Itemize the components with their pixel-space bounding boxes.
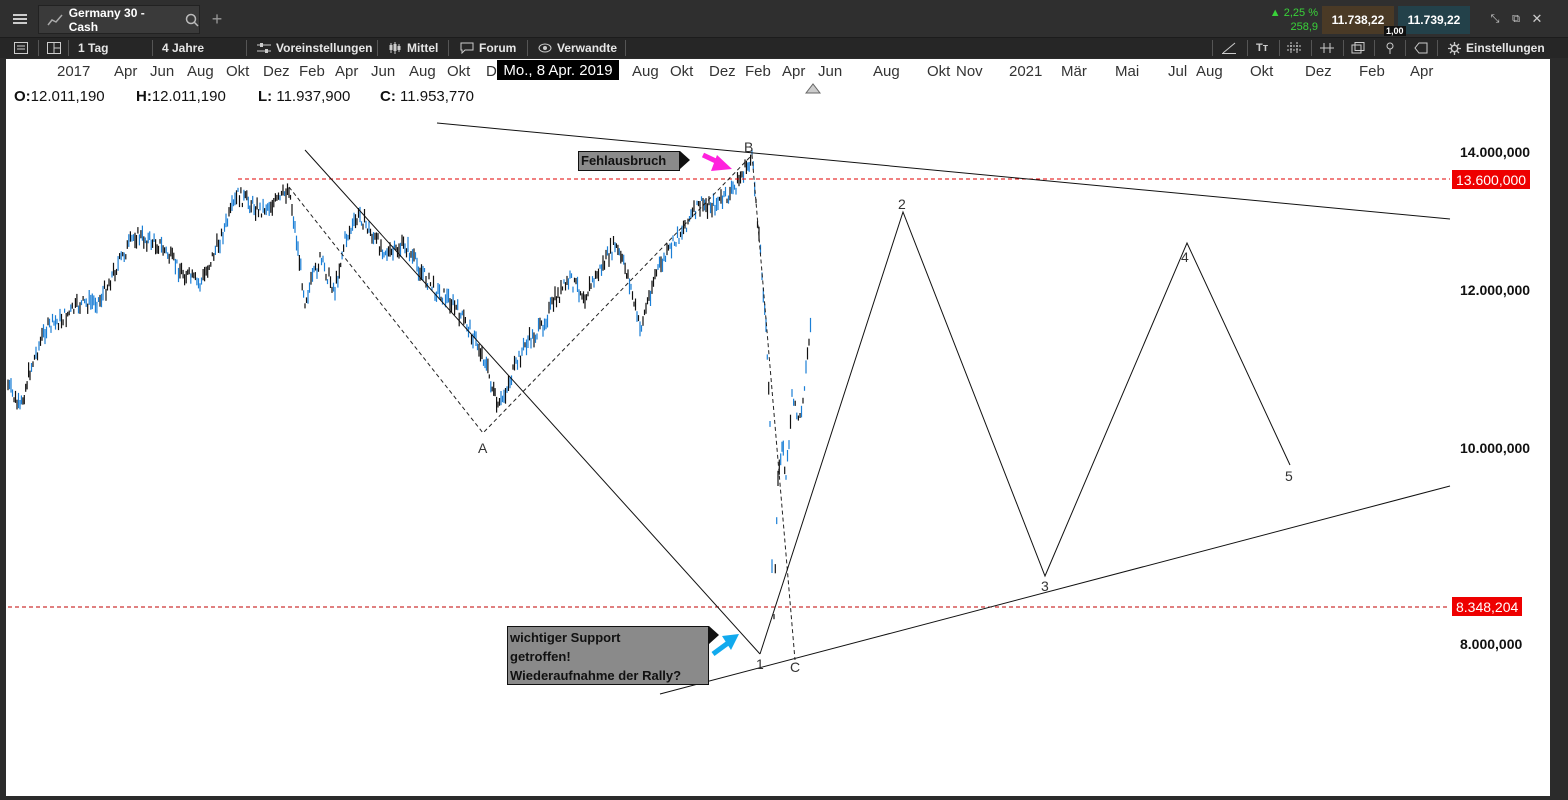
axis-marker-icon[interactable] (804, 83, 822, 94)
support-note-line2: getroffen! (510, 649, 571, 664)
price-series (7, 149, 812, 620)
y-label-12000: 12.000,000 (1460, 282, 1531, 298)
wave-label-2: 2 (898, 196, 906, 212)
resistance-price-tag[interactable]: 13.600,000 (1452, 170, 1531, 189)
support-note-line1: wichtiger Support (510, 630, 621, 645)
wave-label-5: 5 (1285, 468, 1293, 484)
y-label-10000: 10.000,000 (1460, 440, 1531, 456)
y-label-8000: 8.000,000 (1460, 636, 1523, 652)
wave-label-1: 1 (756, 656, 764, 672)
y-label-14000: 14.000,000 (1460, 144, 1531, 160)
chart-drawing (7, 83, 1451, 695)
wave-label-c: C (790, 659, 801, 675)
magenta-arrow-icon (701, 152, 732, 171)
downtrend-line[interactable] (304, 149, 761, 655)
lower-trendline[interactable] (659, 485, 1451, 695)
support-note-line3: Wiederaufnahme der Rally? (510, 668, 682, 683)
note-pointer-icon (680, 151, 690, 169)
wave-label-b: B (744, 139, 754, 155)
abc-correction[interactable] (288, 153, 796, 661)
note-pointer-icon (709, 626, 719, 644)
support-note[interactable]: wichtiger Support getroffen! Wiederaufna… (507, 626, 709, 685)
wave-label-4: 4 (1181, 249, 1189, 265)
wave-projection[interactable] (759, 210, 1291, 655)
false-breakout-note[interactable]: Fehlausbruch (578, 151, 680, 171)
upper-trendline[interactable] (436, 122, 1451, 220)
false-breakout-text: Fehlausbruch (581, 153, 667, 168)
support-price-tag[interactable]: 8.348,204 (1452, 597, 1523, 616)
wave-label-a: A (478, 440, 488, 456)
wave-label-3: 3 (1041, 578, 1049, 594)
